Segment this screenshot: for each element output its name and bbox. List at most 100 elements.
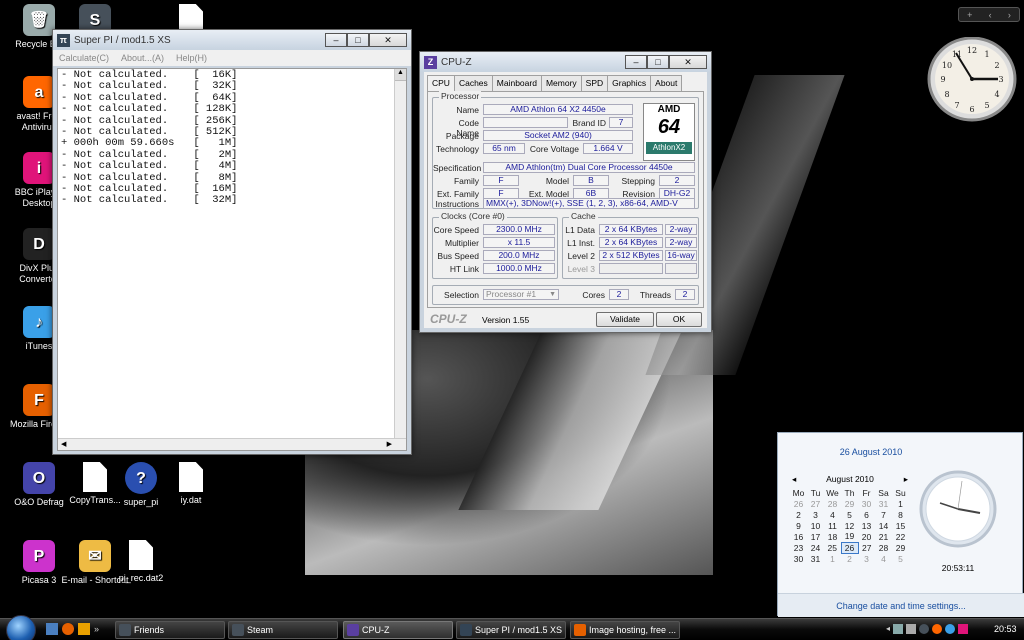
taskbar-button[interactable]: Super PI / mod1.5 XS (456, 621, 566, 639)
tab-caches[interactable]: Caches (453, 75, 493, 91)
calendar-day[interactable]: 4 (824, 509, 841, 520)
calendar-day[interactable]: 3 (807, 509, 824, 520)
taskbar-button[interactable]: Friends (115, 621, 225, 639)
tab-mainboard[interactable]: Mainboard (491, 75, 542, 91)
calendar-day[interactable]: 8 (892, 509, 909, 520)
bbc-tray-icon[interactable] (958, 624, 969, 634)
calendar-day[interactable]: 30 (858, 498, 875, 509)
calendar-flyout[interactable]: 26 August 2010 ◂ August 2010 ▸ Mo Tu We Th F… (777, 432, 1024, 617)
calendar-day[interactable]: 10 (807, 520, 824, 531)
calendar-day[interactable]: 2 (790, 509, 807, 520)
calendar-day-today[interactable]: 26 (840, 541, 859, 554)
ok-button[interactable]: OK (656, 312, 702, 327)
calendar-day[interactable]: 9 (790, 520, 807, 531)
horizontal-scrollbar[interactable]: ◀ ▶ (58, 438, 406, 450)
minimize-button[interactable]: – (625, 55, 647, 69)
calendar-day[interactable]: 23 (790, 542, 807, 553)
minimize-button[interactable]: – (325, 33, 347, 47)
close-button[interactable]: ✕ (369, 33, 407, 47)
calendar-day[interactable]: 31 (807, 553, 824, 564)
maximize-button[interactable]: □ (647, 55, 669, 69)
calendar-day[interactable]: 27 (858, 542, 875, 553)
show-desktop-icon[interactable] (46, 623, 58, 635)
date-title-link[interactable]: 26 August 2010 (778, 447, 964, 457)
calendar-day[interactable]: 2 (841, 553, 858, 564)
calendar-day[interactable]: 13 (858, 520, 875, 531)
superpi-window[interactable]: π Super PI / mod1.5 XS – □ ✕ Calculate(C… (52, 29, 412, 455)
tab-graphics[interactable]: Graphics (607, 75, 652, 91)
network-icon[interactable] (893, 624, 904, 634)
calendar-day[interactable]: 12 (841, 520, 858, 531)
tab-spd[interactable]: SPD (580, 75, 609, 91)
sidebar-controls[interactable]: + ‹ › (958, 7, 1020, 22)
tab-memory[interactable]: Memory (540, 75, 582, 91)
superpi-titlebar[interactable]: π Super PI / mod1.5 XS – □ ✕ (53, 30, 411, 50)
processor-select[interactable]: Processor #1 ▼ (483, 289, 559, 300)
taskbar-button[interactable]: CPU-Z (343, 621, 453, 639)
menu-calculate[interactable]: Calculate(C) (59, 53, 109, 63)
calendar-day[interactable]: 14 (875, 520, 892, 531)
start-button[interactable] (6, 615, 36, 640)
taskbar-clock[interactable]: 20:53 (994, 624, 1017, 634)
calendar-day[interactable]: 7 (875, 509, 892, 520)
calendar-day[interactable]: 26 (790, 498, 807, 509)
close-button[interactable]: ✕ (669, 55, 707, 69)
desktop-icon-pirec[interactable]: pi_rec.dat2 (106, 540, 176, 584)
scroll-right-icon[interactable]: ▶ (387, 440, 392, 448)
calendar-day[interactable]: 30 (790, 553, 807, 564)
calendar-day[interactable]: 21 (875, 531, 892, 542)
menu-help[interactable]: Help(H) (176, 53, 207, 63)
calendar-day[interactable]: 28 (875, 542, 892, 553)
calendar-day[interactable]: 1 (892, 498, 909, 509)
scroll-up-icon[interactable]: ▲ (395, 69, 406, 81)
cpuz-window[interactable]: Z CPU-Z – □ ✕ CPU Caches Mainboard Memory SP… (419, 51, 712, 333)
calendar-day[interactable]: 5 (892, 553, 909, 564)
calendar-day[interactable]: 29 (892, 542, 909, 553)
tray-expand-icon[interactable]: ◂ (886, 624, 890, 634)
menu-about[interactable]: About...(A) (121, 53, 164, 63)
media-player-icon[interactable] (78, 623, 90, 635)
calendar-day[interactable]: 22 (892, 531, 909, 542)
calendar-day[interactable]: 16 (790, 531, 807, 542)
next-month-icon[interactable]: ▸ (904, 474, 908, 485)
calendar-day[interactable]: 19 (841, 531, 858, 542)
cpuz-titlebar[interactable]: Z CPU-Z – □ ✕ (420, 52, 711, 72)
avast-tray-icon[interactable] (932, 624, 943, 634)
calendar-day[interactable]: 11 (824, 520, 841, 531)
calendar-day[interactable]: 18 (824, 531, 841, 542)
calendar-day[interactable]: 24 (807, 542, 824, 553)
calendar-day[interactable]: 6 (858, 509, 875, 520)
vertical-scrollbar[interactable]: ▲ (394, 69, 406, 440)
volume-icon[interactable] (906, 624, 917, 634)
calendar-day[interactable]: 27 (807, 498, 824, 509)
validate-button[interactable]: Validate (596, 312, 654, 327)
calendar-day[interactable]: 4 (875, 553, 892, 564)
calendar-day[interactable]: 28 (824, 498, 841, 509)
calendar-day[interactable]: 3 (858, 553, 875, 564)
expand-icon[interactable]: » (94, 623, 99, 635)
tab-about[interactable]: About (650, 75, 683, 91)
calendar-day[interactable]: 5 (841, 509, 858, 520)
itunes-tray-icon[interactable] (945, 624, 956, 634)
scroll-left-icon[interactable]: ◀ (61, 440, 66, 448)
month-title[interactable]: August 2010 (826, 474, 874, 484)
prev-icon[interactable]: ‹ (989, 10, 992, 20)
next-icon[interactable]: › (1008, 10, 1011, 20)
desktop-icon-iydat[interactable]: iy.dat (156, 462, 226, 506)
calendar-day[interactable]: 29 (841, 498, 858, 509)
taskbar-button[interactable]: Image hosting, free ... (570, 621, 680, 639)
change-settings-link[interactable]: Change date and time settings... (778, 593, 1024, 617)
taskbar-button[interactable]: Steam (228, 621, 338, 639)
calendar-day[interactable]: 20 (858, 531, 875, 542)
clock-gadget[interactable]: 12369 1245 781011 (926, 37, 1018, 122)
add-gadget-icon[interactable]: + (967, 10, 972, 20)
maximize-button[interactable]: □ (347, 33, 369, 47)
firefox-icon[interactable] (62, 623, 74, 635)
steam-tray-icon[interactable] (919, 624, 930, 634)
calendar-day[interactable]: 31 (875, 498, 892, 509)
calendar-day[interactable]: 25 (824, 542, 841, 553)
calendar-day[interactable]: 15 (892, 520, 909, 531)
prev-month-icon[interactable]: ◂ (792, 474, 796, 485)
superpi-results-area[interactable]: - Not calculated. [ 16K] - Not calculated… (57, 68, 407, 451)
calendar-day[interactable]: 1 (824, 553, 841, 564)
